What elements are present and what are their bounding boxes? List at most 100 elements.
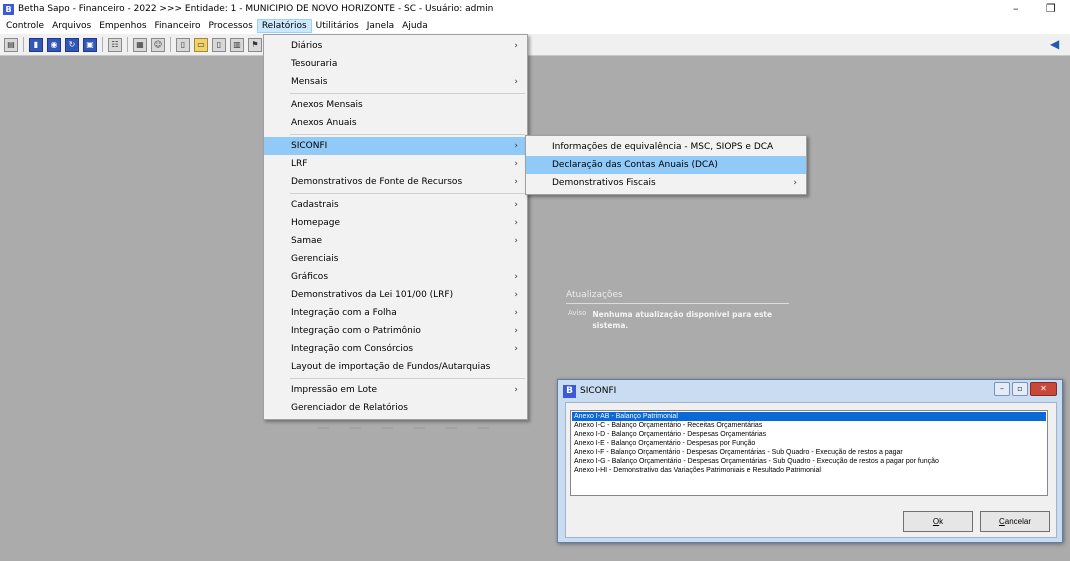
submenu-item-demonstrativos-fiscais[interactable]: Demonstrativos Fiscais › [526,174,806,192]
list-item[interactable]: Anexo I-HI - Demonstrativo das Variações… [572,466,1046,475]
dialog-minimize-button[interactable]: – [994,382,1010,396]
menu-item-gerenciais[interactable]: Gerenciais [264,250,527,268]
submenu-item-declaracao-das-contas-anuais-dca[interactable]: Declaração das Contas Anuais (DCA) [526,156,806,174]
chevron-right-icon: › [793,178,797,188]
globe-icon[interactable]: ◉ [47,37,61,52]
menu-separator [290,378,525,379]
book-icon[interactable]: ▮ [29,37,43,52]
list-item[interactable]: Anexo I-AB - Balanço Patrimonial [572,412,1046,421]
toolbar-separator [170,37,171,52]
menu-item-demonstrativos-da-lei-101-00-lrf[interactable]: Demonstrativos da Lei 101/00 (LRF) › [264,286,527,304]
folder-icon[interactable]: ▭ [194,37,208,52]
window-titlebar: B Betha Sapo - Financeiro - 2022 >>> Ent… [0,0,1070,18]
menu-ajuda[interactable]: Ajuda [398,19,432,33]
submenu-item-informacoes-de-equivalencia-msc-siops-e-dca[interactable]: Informações de equivalência - MSC, SIOPS… [526,138,806,156]
menu-separator [290,193,525,194]
menu-controle[interactable]: Controle [2,19,48,33]
menu-item-graficos[interactable]: Gráficos › [264,268,527,286]
chevron-right-icon: › [514,344,518,354]
chevron-right-icon: › [514,326,518,336]
dialog-titlebar[interactable]: B SICONFI – ▫ ✕ [558,380,1062,402]
menu-item-tesouraria[interactable]: Tesouraria [264,55,527,73]
menu-item-lrf[interactable]: LRF › [264,155,527,173]
list-item[interactable]: Anexo I-D - Balanço Orçamentário - Despe… [572,430,1046,439]
menu-utilitarios[interactable]: Utilitários [312,19,363,33]
restore-button[interactable]: ❐ [1046,2,1056,15]
updates-label: Aviso [568,309,587,317]
dialog-title: SICONFI [580,386,617,396]
minimize-button[interactable]: – [1013,2,1019,15]
menu-item-label: Gerenciador de Relatórios [291,403,408,413]
menu-item-integracao-com-consorcios[interactable]: Integração com Consórcios › [264,340,527,358]
menu-item-anexos-mensais[interactable]: Anexos Mensais [264,96,527,114]
menu-item-label: Gerenciais [291,254,339,264]
toolbar-separator [23,37,24,52]
list-item[interactable]: Anexo I-G - Balanço Orçamentário - Despe… [572,457,1046,466]
menu-item-layout-de-importacao-de-fundos-autarquias[interactable]: Layout de importação de Fundos/Autarquia… [264,358,527,376]
chevron-right-icon: › [514,290,518,300]
megaphone-icon[interactable]: ◀ [1050,37,1064,51]
flag-icon[interactable]: ⚑ [248,37,262,52]
menu-item-label: Tesouraria [291,59,338,69]
menu-item-diarios[interactable]: Diários › [264,37,527,55]
app-logo-icon: B [563,384,576,398]
refresh-icon[interactable]: ↻ [65,37,79,52]
anexo-listbox[interactable]: Anexo I-AB - Balanço Patrimonial Anexo I-… [570,410,1048,496]
report-icon[interactable]: ▤ [4,37,18,52]
list-item[interactable]: Anexo I-F - Balanço Orçamentário - Despe… [572,448,1046,457]
menu-janela[interactable]: Janela [363,19,398,33]
ok-button[interactable]: Ok [903,511,973,532]
cancel-button[interactable]: Cancelar [980,511,1050,532]
org-chart-icon[interactable]: ☷ [108,37,122,52]
chevron-right-icon: › [514,385,518,395]
menu-item-demonstrativos-de-fonte-de-recursos[interactable]: Demonstrativos de Fonte de Recursos › [264,173,527,191]
list-item[interactable]: Anexo I-C - Balanço Orçamentário - Recei… [572,421,1046,430]
chevron-right-icon: › [514,236,518,246]
menu-item-homepage[interactable]: Homepage › [264,214,527,232]
toolbar-separator [127,37,128,52]
document-icon[interactable]: ▯ [212,37,226,52]
chevron-right-icon: › [514,272,518,282]
menu-processos[interactable]: Processos [204,19,256,33]
chevron-right-icon: › [514,77,518,87]
relatorios-menu: Diários › Tesouraria Mensais › Anexos Mensais… [263,34,528,420]
menu-item-impressao-em-lote[interactable]: Impressão em Lote › [264,381,527,399]
menu-item-gerenciador-de-relatorios[interactable]: Gerenciador de Relatórios [264,399,527,417]
cancel-label: ancelar [1004,517,1032,526]
dialog-maximize-button[interactable]: ▫ [1012,382,1028,396]
calc-icon[interactable]: ▦ [133,37,147,52]
chart-icon[interactable]: ▥ [230,37,244,52]
menu-item-integracao-com-a-folha[interactable]: Integração com a Folha › [264,304,527,322]
siconfi-submenu: Informações de equivalência - MSC, SIOPS… [525,135,807,195]
menu-item-cadastrais[interactable]: Cadastrais › [264,196,527,214]
menu-item-siconfi[interactable]: SICONFI › [264,137,527,155]
chevron-right-icon: › [514,308,518,318]
menu-item-label: Anexos Mensais [291,100,363,110]
window-title: Betha Sapo - Financeiro - 2022 >>> Entid… [18,4,494,14]
menu-item-label: Demonstrativos da Lei 101/00 (LRF) [291,290,454,300]
ok-label: k [939,517,944,526]
menu-arquivos[interactable]: Arquivos [48,19,95,33]
page-icon[interactable]: ▯ [176,37,190,52]
menu-item-integracao-com-o-patrimonio[interactable]: Integração com o Patrimônio › [264,322,527,340]
updates-text: Nenhuma atualização disponível para este… [592,310,773,330]
menu-empenhos[interactable]: Empenhos [95,19,150,33]
updates-title: Atualizações [566,290,789,304]
background-shortcut-icon [350,420,361,429]
list-item[interactable]: Anexo I-E - Balanço Orçamentário - Despe… [572,439,1046,448]
menu-item-label: SICONFI [291,141,328,151]
submenu-item-label: Informações de equivalência - MSC, SIOPS… [552,142,774,152]
updates-row: Aviso Nenhuma atualização disponível par… [566,309,789,331]
menu-item-label: Integração com o Patrimônio [291,326,421,336]
disk-icon[interactable]: ▣ [83,37,97,52]
menu-financeiro[interactable]: Financeiro [151,19,205,33]
menu-relatorios[interactable]: Relatórios [256,19,312,33]
menu-item-samae[interactable]: Samae › [264,232,527,250]
background-shortcut-icon [318,420,329,429]
dialog-close-button[interactable]: ✕ [1030,382,1057,396]
menu-item-mensais[interactable]: Mensais › [264,73,527,91]
background-shortcut-icon [446,420,457,429]
menu-item-anexos-anuais[interactable]: Anexos Anuais [264,114,527,132]
users-icon[interactable]: ☺ [151,37,165,52]
submenu-item-label: Demonstrativos Fiscais [552,178,656,188]
